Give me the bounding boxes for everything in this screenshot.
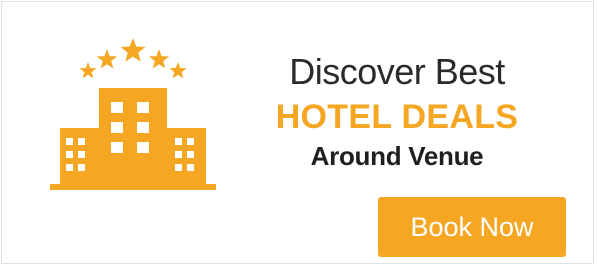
book-now-button[interactable]: Book Now (378, 197, 566, 257)
headline-line-1: Discover Best (289, 51, 505, 92)
headline-line-2: HOTEL DEALS (275, 98, 519, 136)
hotel-buildings-icon (50, 38, 216, 190)
ad-headline: Discover Best HOTEL DEALS Around Venue (254, 52, 540, 172)
rating-stars-icon (79, 38, 187, 79)
headline-line-3: Around Venue (310, 141, 484, 171)
hotel-deals-ad-card: Discover Best HOTEL DEALS Around Venue B… (1, 1, 594, 264)
